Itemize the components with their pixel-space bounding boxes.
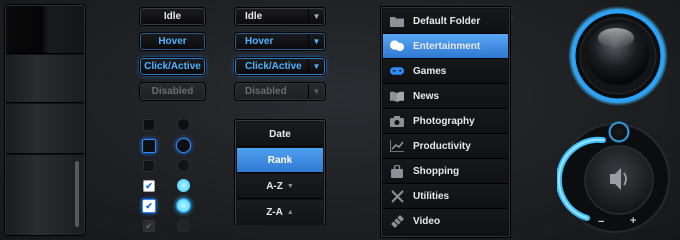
folder-icon bbox=[390, 15, 404, 27]
radio-unchecked-hover[interactable] bbox=[176, 138, 191, 153]
sort-menu: Date Rank A-Z ▼ Z-A ▲ bbox=[235, 120, 325, 225]
chevron-down-icon: ▼ bbox=[308, 9, 324, 24]
menu-item-news[interactable]: News bbox=[383, 84, 508, 109]
menu-item-video[interactable]: Video bbox=[383, 209, 508, 234]
menu-item-label: Productivity bbox=[413, 140, 471, 152]
button-active[interactable]: Click/Active bbox=[140, 58, 205, 75]
menu-item-utilities[interactable]: Utilities bbox=[383, 184, 508, 209]
checkbox-unchecked[interactable] bbox=[143, 119, 155, 131]
dropdown-active[interactable]: Click/Active ▼ bbox=[235, 58, 325, 75]
dropdown-hover[interactable]: Hover ▼ bbox=[235, 33, 325, 50]
radio-checked-hover[interactable] bbox=[176, 198, 191, 213]
dropdown-label: Idle bbox=[245, 11, 263, 22]
panel-segment[interactable] bbox=[6, 155, 84, 235]
tools-icon bbox=[390, 189, 404, 203]
button-label: Hover bbox=[158, 36, 187, 47]
chart-line-icon bbox=[390, 140, 404, 152]
dropdown-label: Disabled bbox=[245, 86, 287, 97]
sort-descending-icon: ▼ bbox=[286, 182, 294, 190]
sort-item-label: A-Z bbox=[266, 180, 283, 192]
glossy-knob[interactable] bbox=[566, 4, 670, 108]
sort-item-label: Date bbox=[269, 128, 291, 140]
menu-item-label: Utilities bbox=[413, 190, 450, 202]
menu-item-label: Entertainment bbox=[413, 40, 481, 52]
radio-checked-disabled bbox=[177, 219, 190, 232]
scrollbar-thumb[interactable] bbox=[75, 161, 79, 227]
radio-checked[interactable] bbox=[177, 179, 190, 192]
sort-item-rank[interactable]: Rank bbox=[237, 148, 323, 173]
menu-item-label: Shopping bbox=[413, 165, 460, 177]
panel-segment-active[interactable] bbox=[6, 6, 84, 54]
shopping-bag-icon bbox=[390, 164, 404, 178]
menu-item-label: News bbox=[413, 90, 440, 102]
camera-icon bbox=[390, 115, 404, 127]
button-disabled: Disabled bbox=[140, 83, 205, 100]
button-idle[interactable]: Idle bbox=[140, 8, 205, 25]
dropdown-label: Hover bbox=[245, 36, 274, 47]
sort-item-label: Rank bbox=[267, 154, 293, 166]
stacked-panel bbox=[4, 4, 86, 236]
book-icon bbox=[390, 90, 404, 102]
volume-minus-label[interactable]: − bbox=[598, 216, 604, 228]
category-menu: Default Folder Entertainment Games News … bbox=[381, 7, 510, 237]
volume-knob[interactable]: − + bbox=[555, 118, 673, 234]
menu-item-label: Games bbox=[413, 65, 447, 77]
chevron-down-icon: ▼ bbox=[308, 34, 324, 49]
sort-ascending-icon: ▲ bbox=[286, 209, 294, 216]
check-icon: ✔ bbox=[145, 220, 153, 231]
menu-item-productivity[interactable]: Productivity bbox=[383, 134, 508, 159]
menu-item-games[interactable]: Games bbox=[383, 59, 508, 84]
button-label: Click/Active bbox=[144, 61, 201, 72]
panel-segment[interactable] bbox=[6, 55, 84, 103]
video-icon bbox=[390, 215, 404, 228]
menu-item-label: Video bbox=[413, 216, 441, 227]
sort-item-a-z[interactable]: A-Z ▼ bbox=[237, 174, 323, 199]
radio-unchecked[interactable] bbox=[177, 118, 190, 131]
checkbox-checked-hover[interactable]: ✔ bbox=[142, 199, 156, 213]
check-icon: ✔ bbox=[145, 200, 153, 211]
checkbox-unchecked-hover[interactable] bbox=[142, 139, 156, 153]
menu-item-default-folder[interactable]: Default Folder bbox=[383, 9, 508, 34]
gamepad-icon bbox=[390, 65, 404, 77]
menu-item-label: Photography bbox=[413, 115, 475, 127]
checkbox-checked[interactable]: ✔ bbox=[143, 180, 155, 192]
theater-masks-icon bbox=[390, 40, 404, 52]
sort-item-z-a[interactable]: Z-A ▲ bbox=[237, 200, 323, 225]
dropdown-idle[interactable]: Idle ▼ bbox=[235, 8, 325, 25]
menu-item-photography[interactable]: Photography bbox=[383, 109, 508, 134]
checkbox-unchecked-disabled bbox=[143, 160, 155, 172]
radio-unchecked-disabled bbox=[177, 159, 190, 172]
panel-segment[interactable] bbox=[6, 104, 84, 154]
button-label: Disabled bbox=[151, 86, 194, 97]
volume-plus-label[interactable]: + bbox=[630, 215, 636, 227]
sort-item-label: Z-A bbox=[266, 207, 283, 218]
dropdown-label: Click/Active bbox=[245, 61, 302, 72]
menu-item-entertainment[interactable]: Entertainment bbox=[383, 34, 508, 59]
checkbox-checked-disabled: ✔ bbox=[143, 220, 155, 232]
menu-item-shopping[interactable]: Shopping bbox=[383, 159, 508, 184]
chevron-down-icon: ▼ bbox=[308, 84, 324, 99]
chevron-down-icon: ▼ bbox=[308, 59, 324, 74]
dropdown-disabled: Disabled ▼ bbox=[235, 83, 325, 100]
menu-item-label: Default Folder bbox=[413, 15, 481, 27]
check-icon: ✔ bbox=[145, 180, 153, 191]
sort-item-date[interactable]: Date bbox=[237, 122, 323, 147]
button-label: Idle bbox=[163, 11, 182, 22]
button-hover[interactable]: Hover bbox=[140, 33, 205, 50]
